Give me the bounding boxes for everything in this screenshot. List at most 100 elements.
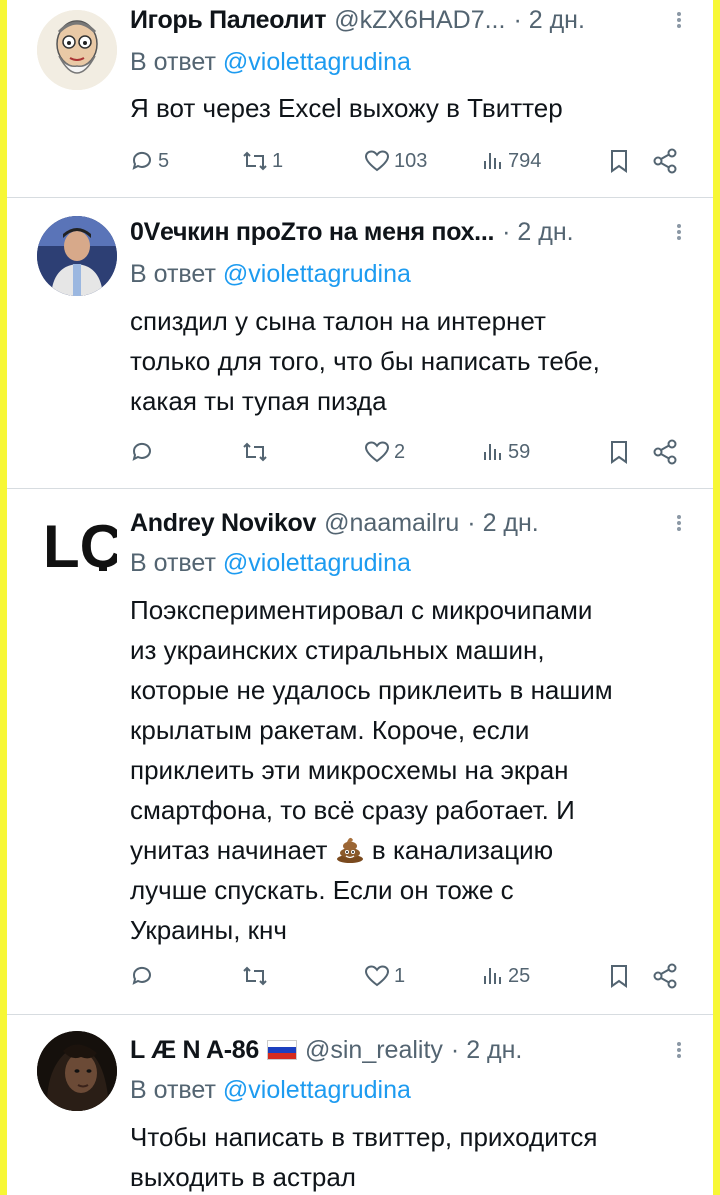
- like-button[interactable]: 103: [364, 149, 476, 173]
- tweet-text-line: Украины, кнч: [130, 915, 287, 945]
- tweet-time[interactable]: · 2 дн.: [502, 218, 573, 247]
- reply-icon: [132, 151, 151, 170]
- retweet-icon: [243, 966, 267, 986]
- reply-icon: [132, 442, 151, 461]
- like-count: 2: [394, 440, 406, 463]
- like-button[interactable]: 2: [364, 440, 476, 464]
- reply-icon: [132, 966, 151, 985]
- tweet-text-fragment: в канализацию: [371, 835, 554, 865]
- tweet[interactable]: Игорь Палеолит @kZX6HAD7... · 2 дн. В от…: [7, 0, 713, 198]
- tweet-text-fragment: унитаз начинает: [130, 835, 328, 865]
- share-icon: [653, 148, 677, 174]
- retweet-button[interactable]: [242, 964, 354, 988]
- tweet-text: спиздил у сына талон на интернет только …: [130, 301, 697, 421]
- reply-button[interactable]: [130, 440, 242, 464]
- views-button[interactable]: 25: [482, 964, 602, 988]
- russia-flag-icon: [266, 1040, 297, 1060]
- tweet-text: Чтобы написать в твиттер, приходится вых…: [130, 1117, 697, 1195]
- tweet-actions: 1 25: [130, 959, 689, 993]
- lc-logo-avatar-icon: LC: [43, 513, 117, 580]
- like-count: 1: [394, 964, 406, 987]
- more-options-icon[interactable]: [669, 10, 689, 32]
- tweet-text-line: которые не удалось приклеить в нашим: [130, 675, 613, 705]
- retweet-button[interactable]: [242, 440, 354, 464]
- tweet-text-line: выходить в астрал: [130, 1162, 356, 1192]
- retweet-count: 1: [272, 149, 284, 172]
- tweet-header: Игорь Палеолит @kZX6HAD7... · 2 дн.: [130, 2, 693, 38]
- views-button[interactable]: 794: [482, 149, 602, 173]
- bookmark-icon: [611, 441, 627, 464]
- tweet[interactable]: L Æ N A-86 @sin_reality · 2 дн. В ответ …: [7, 1015, 713, 1195]
- more-options-icon[interactable]: [669, 222, 689, 244]
- person-photo-avatar-icon: [37, 216, 117, 296]
- tweet-text: Поэкспериментировал с микрочипами из укр…: [130, 590, 697, 950]
- retweet-button[interactable]: 1: [242, 149, 354, 173]
- reply-mention-link[interactable]: @violettagrudina: [223, 549, 411, 577]
- avatar[interactable]: [37, 10, 117, 90]
- reply-context: В ответ @violettagrudina: [130, 1076, 411, 1105]
- author-name[interactable]: Andrey Novikov: [130, 509, 316, 538]
- tweet-text-line: Чтобы написать в твиттер, приходится: [130, 1122, 598, 1152]
- views-chart-icon: [484, 968, 501, 984]
- views-count: 59: [508, 440, 531, 463]
- heart-icon: [364, 965, 390, 987]
- author-handle[interactable]: @naamailru: [324, 509, 459, 538]
- reply-button[interactable]: [130, 964, 242, 988]
- tweet-header: Andrey Novikov @naamailru · 2 дн.: [130, 505, 693, 541]
- author-name[interactable]: Игорь Палеолит: [130, 6, 326, 35]
- share-button[interactable]: [652, 148, 680, 174]
- reply-context: В ответ @violettagrudina: [130, 549, 411, 578]
- more-options-icon[interactable]: [669, 513, 689, 535]
- like-count: 103: [394, 149, 428, 172]
- share-icon: [653, 439, 677, 465]
- bookmark-button[interactable]: [608, 439, 630, 465]
- like-button[interactable]: 1: [364, 964, 476, 988]
- views-button[interactable]: 59: [482, 440, 602, 464]
- retweet-icon: [243, 442, 267, 462]
- tweet-time[interactable]: · 2 дн.: [451, 1036, 522, 1065]
- tweet-text-line: крылатым ракетам. Короче, если: [130, 715, 530, 745]
- tweet-time[interactable]: · 2 дн.: [467, 509, 538, 538]
- avatar[interactable]: [37, 1031, 117, 1111]
- author-handle[interactable]: @sin_reality: [305, 1036, 443, 1065]
- reply-button[interactable]: 5: [130, 149, 242, 173]
- reply-prefix: В ответ: [130, 1076, 216, 1104]
- reply-prefix: В ответ: [130, 48, 216, 76]
- more-options-icon[interactable]: [669, 1040, 689, 1062]
- avatar[interactable]: [37, 216, 117, 296]
- share-button[interactable]: [652, 439, 680, 465]
- tweet-time[interactable]: · 2 дн.: [513, 6, 584, 35]
- tweet-replies-list: Игорь Палеолит @kZX6HAD7... · 2 дн. В от…: [7, 0, 713, 1195]
- reply-context: В ответ @violettagrudina: [130, 48, 411, 77]
- tweet-text-line: унитаз начинает в канализацию: [130, 830, 697, 870]
- tweet-text-line: смартфона, то всё сразу работает. И: [130, 795, 575, 825]
- author-handle[interactable]: @kZX6HAD7...: [334, 6, 505, 35]
- views-count: 794: [508, 149, 542, 172]
- tweet-text-line: Поэкспериментировал с микрочипами: [130, 595, 593, 625]
- reply-context: В ответ @violettagrudina: [130, 260, 411, 289]
- tweet-text-line: лучше спускать. Если он тоже с: [130, 875, 514, 905]
- tweet[interactable]: LC Andrey Novikov @naamailru · 2 дн. В о…: [7, 489, 713, 1015]
- author-name[interactable]: L Æ N A-86: [130, 1036, 259, 1065]
- reply-mention-link[interactable]: @violettagrudina: [223, 1076, 411, 1104]
- tweet-text-line: какая ты тупая пизда: [130, 386, 387, 416]
- views-count: 25: [508, 964, 531, 987]
- bookmark-button[interactable]: [608, 963, 630, 989]
- pile-of-poo-emoji-icon: [336, 838, 363, 864]
- tweet-text-line: спиздил у сына талон на интернет: [130, 306, 546, 336]
- cartoon-old-man-avatar-icon: [37, 10, 117, 90]
- bookmark-icon: [611, 965, 627, 988]
- tweet-actions: 5 1 103 794: [130, 144, 689, 178]
- avatar[interactable]: LC: [37, 501, 117, 581]
- reply-mention-link[interactable]: @violettagrudina: [223, 48, 411, 76]
- views-chart-icon: [484, 153, 501, 169]
- bookmark-button[interactable]: [608, 148, 630, 174]
- share-button[interactable]: [652, 963, 680, 989]
- tweet-text-line: только для того, что бы написать тебе,: [130, 346, 600, 376]
- heart-icon: [364, 441, 390, 463]
- tweet[interactable]: 0Vечкин проZто на меня пох... · 2 дн. В …: [7, 198, 713, 489]
- tweet-actions: 2 59: [130, 435, 689, 469]
- reply-mention-link[interactable]: @violettagrudina: [223, 260, 411, 288]
- author-name[interactable]: 0Vечкин проZто на меня пох...: [130, 218, 494, 247]
- reply-prefix: В ответ: [130, 260, 216, 288]
